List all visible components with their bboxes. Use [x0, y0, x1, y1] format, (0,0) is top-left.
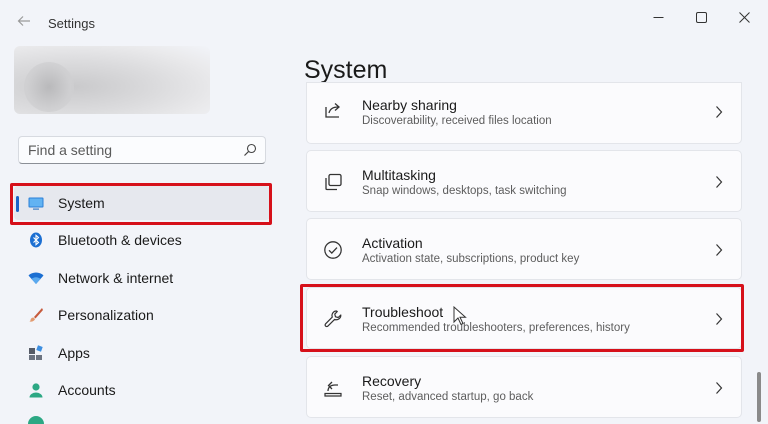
sidebar-item-apps[interactable]: Apps: [14, 336, 270, 370]
recovery-icon: [324, 381, 342, 397]
card-title: Nearby sharing: [362, 97, 457, 113]
card-title: Activation: [362, 235, 423, 251]
highlight-box-system: [10, 183, 272, 225]
highlight-box-troubleshoot: [300, 284, 744, 352]
app-title: Settings: [48, 16, 95, 31]
scrollbar-thumb[interactable]: [757, 372, 761, 422]
search-icon[interactable]: [243, 143, 257, 157]
maximize-icon: [695, 11, 707, 23]
page-title: System: [304, 56, 388, 84]
settings-card-activation[interactable]: Activation Activation state, subscriptio…: [306, 218, 742, 280]
back-arrow-icon: [17, 16, 30, 26]
sidebar-item-accounts[interactable]: Accounts: [14, 373, 270, 407]
sidebar-item-label: Personalization: [58, 307, 154, 323]
search-input[interactable]: [19, 137, 229, 163]
sidebar-item-partial-icon: [28, 416, 44, 424]
card-subtitle: Snap windows, desktops, task switching: [362, 185, 567, 197]
sidebar-item-network[interactable]: Network & internet: [14, 261, 270, 295]
close-icon: [738, 11, 750, 23]
card-title: Recovery: [362, 373, 422, 389]
sidebar-item-label: Apps: [58, 345, 90, 361]
settings-card-multitasking[interactable]: Multitasking Snap windows, desktops, tas…: [306, 150, 742, 212]
card-subtitle: Activation state, subscriptions, product…: [362, 253, 580, 265]
chevron-right-icon: [716, 106, 723, 118]
minimize-icon: [653, 16, 663, 18]
chevron-right-icon: [716, 382, 723, 394]
bluetooth-icon: [30, 232, 42, 248]
share-icon: [325, 103, 340, 118]
settings-card-nearby-sharing[interactable]: Nearby sharing Discoverability, received…: [306, 82, 742, 144]
back-button[interactable]: [14, 14, 34, 34]
maximize-button[interactable]: [687, 8, 715, 26]
search-box[interactable]: [18, 136, 266, 164]
sidebar-item-label: Accounts: [58, 382, 116, 398]
sidebar-item-label: Bluetooth & devices: [58, 232, 182, 248]
settings-card-recovery[interactable]: Recovery Reset, advanced startup, go bac…: [306, 356, 742, 418]
person-icon: [29, 383, 43, 398]
chevron-right-icon: [716, 244, 723, 256]
card-subtitle: Reset, advanced startup, go back: [362, 391, 534, 403]
sidebar-item-label: Network & internet: [58, 270, 174, 286]
card-title: Multitasking: [362, 167, 436, 183]
sidebar-item-personalization[interactable]: Personalization: [14, 298, 270, 332]
checkmark-circle-icon: [324, 241, 342, 259]
brush-icon: [29, 308, 43, 322]
card-subtitle: Discoverability, received files location: [362, 115, 552, 127]
avatar: [24, 62, 74, 112]
wifi-icon: [28, 272, 44, 284]
multitasking-icon: [325, 173, 342, 191]
chevron-right-icon: [716, 176, 723, 188]
close-button[interactable]: [730, 8, 758, 26]
apps-icon: [29, 345, 43, 360]
title-bar: Settings: [0, 0, 768, 48]
minimize-button[interactable]: [644, 8, 672, 26]
sidebar-item-bluetooth[interactable]: Bluetooth & devices: [14, 223, 270, 257]
